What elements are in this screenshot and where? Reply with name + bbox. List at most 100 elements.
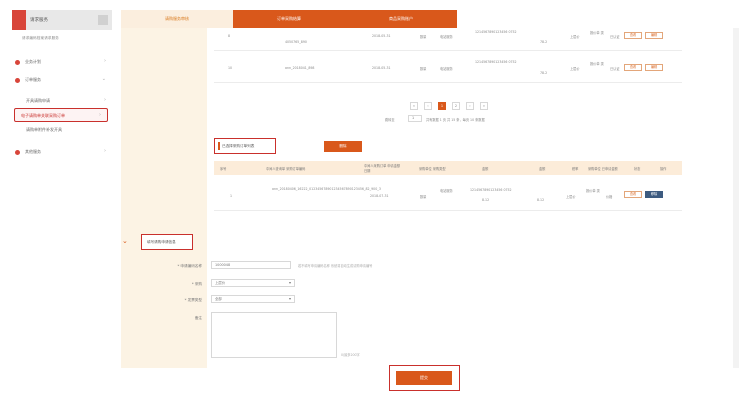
bullet-icon <box>15 150 20 155</box>
sidebar-item-plan[interactable]: 业务计划 › <box>12 55 112 69</box>
select-value: 全部 <box>215 297 222 301</box>
header-cell: 金额 <box>482 167 489 171</box>
request-name-input[interactable]: 1000048 <box>211 261 291 269</box>
row-dept: 电站服务 <box>440 35 453 39</box>
row-qty: 数量 <box>420 67 427 71</box>
first-page-button[interactable]: « <box>410 102 418 110</box>
row-name: ann_2018041_898 <box>285 66 315 70</box>
row-amount: 78.2 <box>540 40 548 44</box>
remarks-textarea[interactable] <box>211 312 337 358</box>
row-qty: 数量 <box>420 35 427 39</box>
chevron-right-icon: › <box>104 97 106 103</box>
last-page-button[interactable]: » <box>480 102 488 110</box>
row-name: ann_20180406_16222_012345678901234567890… <box>272 187 381 191</box>
header-cell: 序号 <box>220 167 227 171</box>
row-code: 1214567890123456 0752 <box>470 188 512 192</box>
sidebar-item-label: 业务计划 <box>25 59 41 64</box>
header-cell: 税率 <box>572 167 579 171</box>
sidebar-item-label: 开具请购申请 <box>26 98 50 103</box>
scrollbar[interactable] <box>733 28 739 368</box>
row-unit: 上层价 <box>570 35 580 39</box>
field-hint: 若不填写申请编码名称 系统将自动生成请购申请编号 <box>298 264 373 268</box>
prev-page-button[interactable]: ‹ <box>424 102 432 110</box>
sidebar-subtitle: 请求编码档案请求服务 <box>22 36 59 40</box>
title-marker <box>218 142 220 150</box>
row-price: 价格 <box>606 195 613 199</box>
tab-account[interactable]: 商品采购账户 <box>345 10 457 28</box>
tab-label: 订单采购结算 <box>277 16 301 21</box>
footer-bar <box>12 368 697 394</box>
row-index: 1 <box>230 194 233 198</box>
sidebar-item-label: 电子请购单关联采购订单 <box>21 113 65 118</box>
sidebar-item-label: 订单服务 <box>25 77 41 82</box>
header-cell: 采购单位 采购类型 <box>419 167 446 171</box>
page-jump-input[interactable]: 1 <box>408 115 422 122</box>
chevron-right-icon: › <box>104 58 106 64</box>
sidebar: 请求服务 请求编码档案请求服务 业务计划 › 订单服务 ⌄ 开具请购申请 › 电… <box>12 10 112 394</box>
row-date: 2018-07-31 <box>370 194 389 198</box>
expand-chevron-icon[interactable]: ⌄ <box>122 237 128 245</box>
header-cell: 金额 <box>539 167 546 171</box>
form-section-title: 填写请购申请信息 <box>147 240 176 244</box>
field-label: * 发票类型 <box>184 298 202 302</box>
tab-label: 请购服务审核 <box>165 16 189 21</box>
row-unit: 上层价 <box>566 195 576 199</box>
chevron-right-icon: › <box>99 112 101 118</box>
row-type: 报价单 类 <box>586 189 600 193</box>
row-code: 1214567890123456 0752 <box>475 60 517 64</box>
chevron-down-icon: ▾ <box>288 296 291 301</box>
sidebar-item-orders[interactable]: 订单服务 ⌄ <box>12 73 112 87</box>
table-header: 序号 中间人查询单 采购订单编码 中间人采购订单 申请金额 日期 采购单位 采购… <box>214 161 682 175</box>
sidebar-item-attachment[interactable]: 请购单附件补发开具 <box>12 123 112 137</box>
row-status: 已认证 <box>610 67 620 71</box>
bullet-icon <box>15 78 20 83</box>
form-title-box: 填写请购申请信息 <box>141 234 193 250</box>
sidebar-header: 请求服务 <box>12 10 112 30</box>
page-1-button[interactable]: 1 <box>438 102 446 110</box>
header-cell: 中间人采购订单 申请金额 日期 <box>364 164 401 173</box>
row-index: 8 <box>228 34 231 38</box>
field-label: * 采购 <box>191 282 202 286</box>
tab-review[interactable]: 请购服务审核 <box>121 10 233 28</box>
view-button[interactable]: 查看 <box>624 64 642 71</box>
jump-label: 跳转至 <box>385 118 395 122</box>
view-button[interactable]: 查看 <box>624 32 642 39</box>
tab-label: 商品采购账户 <box>389 16 413 21</box>
row-unit: 上层价 <box>570 67 580 71</box>
edit-button[interactable]: 编辑 <box>645 32 663 39</box>
delete-button[interactable]: 删除 <box>324 141 362 152</box>
app-logo <box>12 10 26 30</box>
header-cell: 操作 <box>660 167 667 171</box>
tab-settlement[interactable]: 订单采购结算 <box>233 10 345 28</box>
selected-orders-title: 已选择采购订单列表 <box>222 144 255 148</box>
header-cell: 采购单位 已申请金额 <box>588 167 618 171</box>
edit-button[interactable]: 编辑 <box>645 64 663 71</box>
row-amount-2: 8.12 <box>537 198 545 202</box>
invoice-type-select[interactable]: 全部 ▾ <box>211 295 295 303</box>
divider <box>214 82 682 83</box>
row-type: 报价单 类 <box>590 31 604 35</box>
header-cell: 中间人查询单 采购订单编码 <box>266 167 306 171</box>
row-amount: 8.12 <box>482 198 490 202</box>
purchase-select[interactable]: 上层价 ▾ <box>211 279 295 287</box>
sidebar-item-other[interactable]: 其他服务 › <box>12 145 112 159</box>
view-button[interactable]: 查看 <box>624 191 642 198</box>
sidebar-item-label: 其他服务 <box>25 149 41 154</box>
row-amount: 78.2 <box>540 71 548 75</box>
row-name: 4050765_890 <box>285 40 307 44</box>
page-2-button[interactable]: 2 <box>452 102 460 110</box>
row-index: 10 <box>228 66 233 70</box>
submit-highlight: 提交 <box>389 365 460 391</box>
row-dept: 电站服务 <box>440 189 453 193</box>
sidebar-item-link-orders[interactable]: 电子请购单关联采购订单 › <box>14 108 108 122</box>
next-page-button[interactable]: › <box>466 102 474 110</box>
remove-button[interactable]: 移除 <box>645 191 663 198</box>
row-type: 报价单 类 <box>590 62 604 66</box>
select-value: 上层价 <box>215 281 226 285</box>
chevron-down-icon: ▾ <box>288 280 291 285</box>
collapse-icon[interactable] <box>98 15 108 25</box>
divider <box>214 50 682 51</box>
row-code: 1214567890123456 0752 <box>475 30 517 34</box>
submit-button[interactable]: 提交 <box>396 371 452 385</box>
sidebar-item-purchase-request[interactable]: 开具请购申请 › <box>12 94 112 108</box>
